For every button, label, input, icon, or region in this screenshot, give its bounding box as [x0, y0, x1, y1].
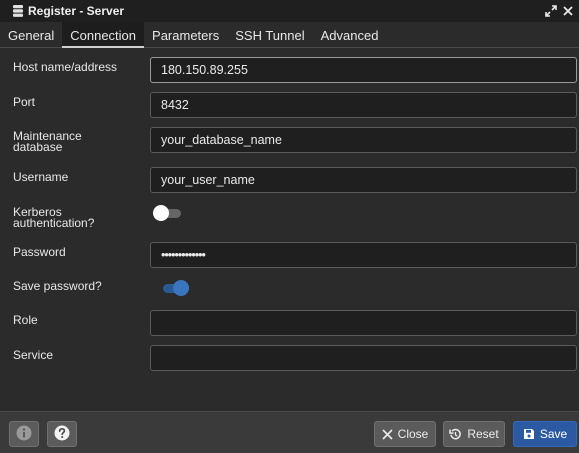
kerberos-toggle-knob [153, 205, 169, 221]
info-icon [16, 425, 32, 444]
reset-button-label: Reset [467, 427, 499, 441]
tab-bar: General Connection Parameters SSH Tunnel… [0, 22, 579, 48]
save-icon [523, 428, 535, 440]
tab-connection[interactable]: Connection [62, 22, 145, 48]
service-input[interactable] [150, 345, 577, 371]
username-input[interactable]: your_user_name [150, 167, 577, 193]
tab-ssh-tunnel[interactable]: SSH Tunnel [227, 22, 312, 47]
kerberos-label: Kerberos authentication? [13, 206, 95, 230]
host-input[interactable]: 180.150.89.255 [150, 57, 577, 83]
role-input[interactable] [150, 310, 577, 336]
save-button[interactable]: Save [513, 421, 577, 447]
tab-parameters[interactable]: Parameters [144, 22, 227, 47]
kerberos-toggle[interactable] [151, 204, 185, 222]
port-label: Port [13, 95, 36, 109]
close-button[interactable]: Close [374, 421, 436, 447]
maintenance-db-label-line2: database [13, 140, 63, 154]
role-label: Role [13, 313, 38, 327]
save-button-label: Save [539, 427, 568, 441]
server-icon [12, 4, 24, 18]
dialog-title: Register - Server [28, 4, 125, 18]
dialog-titlebar: Register - Server [0, 0, 579, 22]
service-label: Service [13, 348, 54, 362]
close-icon[interactable] [560, 3, 576, 19]
help-icon [54, 425, 70, 444]
password-input[interactable]: ••••••••••••• [150, 242, 577, 268]
info-button[interactable] [9, 421, 39, 447]
dialog-footer: Close Reset Save [0, 411, 579, 453]
close-icon [382, 428, 393, 440]
save-password-label: Save password? [13, 279, 102, 293]
host-label: Host name/address [13, 60, 118, 74]
reset-icon [449, 428, 462, 441]
username-label: Username [13, 170, 69, 184]
close-button-label: Close [397, 427, 429, 441]
help-button[interactable] [47, 421, 77, 447]
password-label: Password [13, 245, 66, 259]
port-input[interactable]: 8432 [150, 92, 577, 118]
reset-button[interactable]: Reset [443, 421, 505, 447]
save-password-toggle[interactable] [157, 279, 191, 297]
maintenance-db-input[interactable]: your_database_name [150, 127, 577, 153]
expand-icon[interactable] [543, 3, 559, 19]
kerberos-label-line2: authentication? [13, 216, 95, 230]
save-password-toggle-knob [173, 280, 189, 296]
tab-advanced[interactable]: Advanced [313, 22, 387, 47]
maintenance-db-label: Maintenance database [13, 130, 82, 154]
tab-general[interactable]: General [0, 22, 62, 47]
